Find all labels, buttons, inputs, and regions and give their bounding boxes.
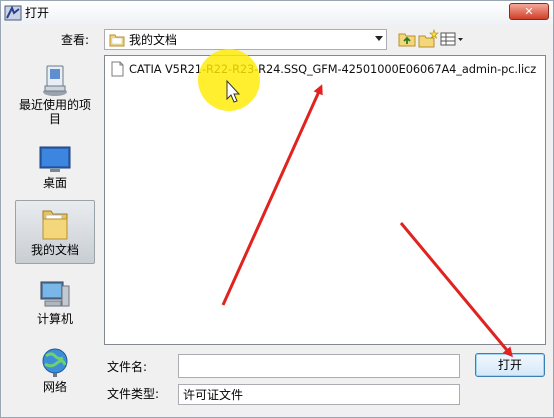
arrow-to-open-button [399, 222, 513, 358]
mouse-cursor-icon [226, 79, 241, 103]
open-file-dialog: 打开 ✕ 查看: 我的文档 最近使用的项目 桌面 我的文档 计算机 网络 CAT… [0, 0, 554, 418]
annotation-arrows [221, 79, 513, 358]
arrow-to-file [221, 84, 323, 306]
